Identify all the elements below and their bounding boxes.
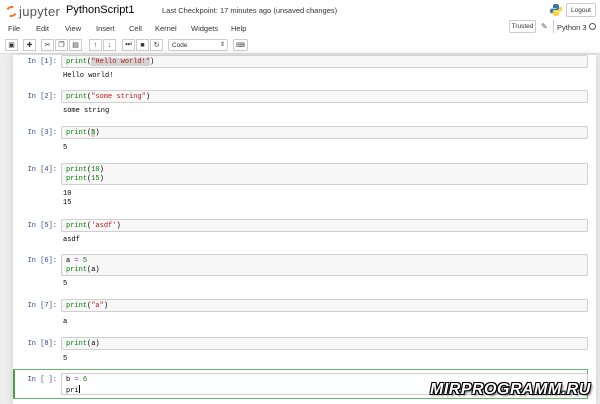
cell-output: 5 [63, 355, 68, 363]
cell-input[interactable]: a = 5 print(a) [61, 254, 588, 276]
checkpoint-status: Last Checkpoint: 17 minutes ago (unsaved… [162, 6, 338, 15]
cell-output: a [63, 318, 68, 326]
cell-output: 5 [63, 280, 68, 288]
cell-prompt: In [1]: [27, 58, 57, 66]
cell-input[interactable]: print(5) [61, 126, 588, 139]
cell-input[interactable]: print("Hello world!") [61, 55, 588, 68]
watermark: MIRPROGRAMM.RU [430, 381, 591, 398]
arrow-up-icon: ↑ [93, 41, 98, 49]
cell-prompt: In [ ]: [27, 376, 57, 384]
cell-prompt: In [5]: [27, 222, 57, 230]
keyboard-icon: ⌨ [236, 42, 245, 49]
menu-file[interactable]: File [8, 24, 20, 33]
toolbar: ▣ ✚ ✂ ❐ ▤ ↑ ↓ ⏭ ■ ↻ Code ⇕ ⌨ [0, 37, 600, 54]
cell-input[interactable]: print(a) [61, 337, 588, 350]
paste-button[interactable]: ▤ [69, 39, 82, 51]
command-palette-button[interactable]: ⌨ [233, 39, 248, 51]
trusted-indicator[interactable]: Trusted [509, 20, 536, 33]
cell-output: Hello world! [63, 72, 114, 80]
cell-output: some string [63, 107, 110, 115]
menu-kernel[interactable]: Kernel [155, 24, 177, 33]
cell-input[interactable]: print(10) print(15) [61, 163, 588, 185]
restart-icon: ↻ [153, 42, 160, 49]
jupyter-logo-icon [4, 3, 19, 19]
jupyter-logo-text: jupyter [19, 3, 61, 19]
cut-icon: ✂ [44, 42, 51, 49]
move-up-button[interactable]: ↑ [89, 39, 102, 51]
run-button[interactable]: ⏭ [122, 39, 135, 51]
cell-type-select[interactable]: Code ⇕ [168, 39, 228, 51]
paste-icon: ▤ [72, 42, 79, 49]
cell-output: 10 15 [63, 190, 72, 207]
notebook-header: jupyter PythonScript1 Last Checkpoint: 1… [0, 0, 600, 37]
menu-insert[interactable]: Insert [96, 24, 115, 33]
arrow-down-icon: ↓ [107, 41, 112, 49]
cell-input[interactable]: print("a") [61, 299, 588, 312]
menu-cell[interactable]: Cell [129, 24, 142, 33]
cell-output: 5 [63, 144, 68, 152]
menu-widgets[interactable]: Widgets [191, 24, 218, 33]
kernel-divider [553, 20, 554, 33]
plus-icon: ✚ [26, 42, 33, 49]
kernel-status-icon [589, 23, 596, 30]
cut-button[interactable]: ✂ [41, 39, 54, 51]
kernel-name: Python 3 [557, 23, 587, 32]
logout-button[interactable]: Logout [566, 3, 596, 17]
copy-button[interactable]: ❐ [55, 39, 68, 51]
notebook-container: In [1]: print("Hello world!") Hello worl… [13, 55, 596, 404]
cell-prompt: In [8]: [27, 340, 57, 348]
cell-output: asdf [63, 236, 80, 244]
cell-prompt: In [3]: [27, 129, 57, 137]
cell-prompt: In [6]: [27, 257, 57, 265]
notebook-title[interactable]: PythonScript1 [66, 4, 134, 16]
save-button[interactable]: ▣ [5, 39, 18, 51]
cell-type-value: Code [172, 42, 188, 49]
cell-prompt: In [2]: [27, 93, 57, 101]
interrupt-button[interactable]: ■ [136, 39, 149, 51]
text-cursor [78, 385, 80, 393]
copy-icon: ❐ [58, 42, 65, 49]
menu-view[interactable]: View [65, 24, 81, 33]
cell-prompt: In [7]: [27, 302, 57, 310]
cell-prompt: In [4]: [27, 166, 57, 174]
run-icon: ⏭ [125, 41, 132, 48]
move-down-button[interactable]: ↓ [103, 39, 116, 51]
save-icon: ▣ [8, 42, 15, 49]
cell-input[interactable]: print("some string") [61, 90, 588, 103]
menu-help[interactable]: Help [231, 24, 246, 33]
edit-pencil-icon[interactable]: ✎ [541, 22, 548, 31]
python-logo-icon [550, 4, 562, 16]
restart-button[interactable]: ↻ [150, 39, 163, 51]
chevron-down-icon: ⇕ [219, 42, 225, 48]
stop-icon: ■ [140, 41, 145, 49]
menu-edit[interactable]: Edit [36, 24, 49, 33]
insert-cell-button[interactable]: ✚ [23, 39, 36, 51]
jupyter-logo[interactable]: jupyter [4, 3, 61, 19]
cell-input[interactable]: print('asdf') [61, 219, 588, 232]
